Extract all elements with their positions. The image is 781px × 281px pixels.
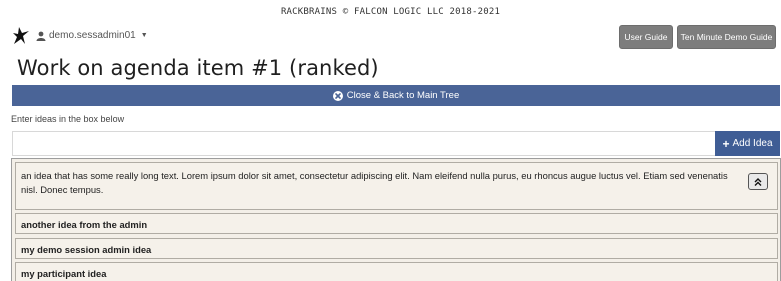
- collapse-idea-button[interactable]: [748, 173, 768, 190]
- idea-list: an idea that has some really long text. …: [11, 158, 781, 281]
- idea-item[interactable]: my demo session admin idea: [15, 238, 778, 259]
- idea-input[interactable]: [12, 131, 716, 156]
- copyright-text: RACKBRAINS © FALCON LOGIC LLC 2018-2021: [280, 7, 501, 17]
- idea-text: an idea that has some really long text. …: [21, 170, 728, 195]
- user-menu[interactable]: demo.sessadmin01 ▼: [36, 30, 148, 41]
- demo-guide-button[interactable]: Ten Minute Demo Guide: [677, 25, 776, 49]
- idea-entry-label: Enter ideas in the box below: [11, 114, 125, 124]
- idea-item[interactable]: my participant idea: [15, 262, 778, 281]
- username: demo.sessadmin01: [49, 30, 136, 41]
- close-back-button[interactable]: Close & Back to Main Tree: [12, 85, 780, 106]
- idea-item[interactable]: an idea that has some really long text. …: [15, 162, 778, 210]
- double-chevron-up-icon: [754, 177, 762, 186]
- page-title: Work on agenda item #1 (ranked): [17, 56, 379, 80]
- close-back-label: Close & Back to Main Tree: [346, 90, 460, 101]
- bird-logo-icon[interactable]: [13, 27, 29, 45]
- plus-icon: +: [722, 136, 730, 151]
- add-idea-label: Add Idea: [732, 138, 773, 149]
- user-guide-button[interactable]: User Guide: [619, 25, 673, 49]
- close-circle-icon: [332, 90, 343, 101]
- idea-item[interactable]: another idea from the admin: [15, 213, 778, 234]
- user-icon: [36, 31, 46, 41]
- caret-down-icon: ▼: [140, 32, 148, 39]
- add-idea-button[interactable]: + Add Idea: [715, 131, 780, 156]
